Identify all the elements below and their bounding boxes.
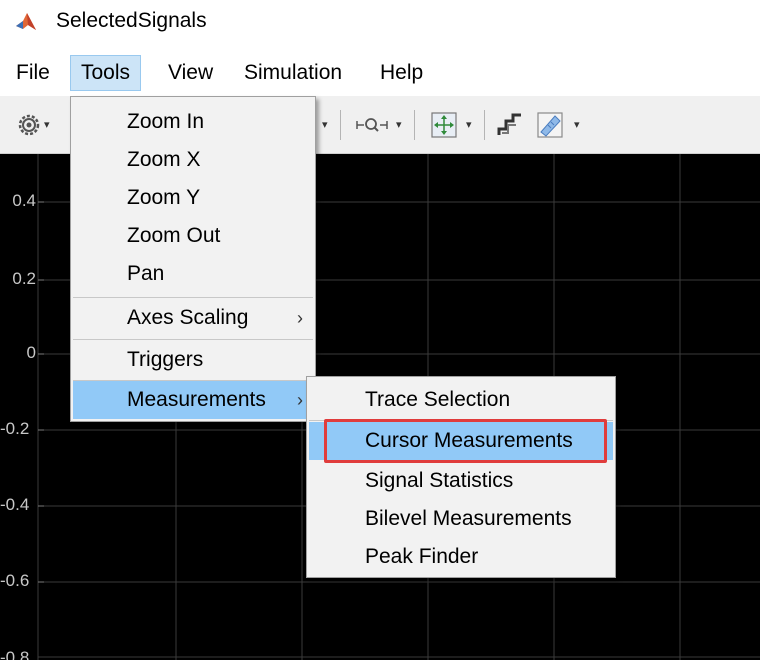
toolbar-separator [340,110,341,140]
menu-bar: File Tools View Simulation Help [0,50,760,96]
toolbar-separator [414,110,415,140]
y-tick-label: -0.4 [0,495,30,514]
menu-item-label: Zoom Y [127,186,201,209]
measurements-submenu: Trace Selection Cursor Measurements Sign… [306,376,616,578]
menu-simulation[interactable]: Simulation [234,55,352,91]
menu-help[interactable]: Help [370,55,433,91]
menu-item-label: Measurements [127,388,266,411]
menu-item-zoom-in[interactable]: Zoom In [71,103,315,141]
menu-item-zoom-out[interactable]: Zoom Out [71,217,315,255]
chevron-right-icon: › [297,390,303,410]
fit-to-view-icon [431,112,457,138]
measurement-dropdown-arrow-icon[interactable]: ▾ [574,118,580,131]
menu-item-label: Zoom X [127,148,201,171]
toolbar-separator [484,110,485,140]
fit-dropdown-arrow-icon[interactable]: ▾ [466,118,472,131]
zoom-tools-button[interactable] [354,113,390,137]
zoom-dropdown-arrow-icon[interactable]: ▾ [396,118,402,131]
menu-item-label: Zoom Out [127,224,221,247]
menu-item-label: Trace Selection [365,388,511,411]
hidden-tool-dropdown-arrow-icon[interactable]: ▾ [322,118,328,131]
menu-item-peak-finder[interactable]: Peak Finder [307,538,615,576]
menu-item-label: Signal Statistics [365,469,514,492]
menu-item-label: Axes Scaling [127,306,249,329]
matlab-logo-icon [16,13,36,30]
menu-item-axes-scaling[interactable]: Axes Scaling › [71,299,315,337]
menu-item-zoom-x[interactable]: Zoom X [71,141,315,179]
menu-item-label: Peak Finder [365,545,479,568]
menu-item-triggers[interactable]: Triggers [71,341,315,379]
measurement-button[interactable] [534,109,566,141]
menu-item-bilevel-measurements[interactable]: Bilevel Measurements [307,500,615,538]
gear-icon [18,114,40,136]
settings-dropdown-arrow-icon[interactable]: ▾ [44,118,50,131]
measurement-ruler-icon [537,112,563,138]
menu-item-label: Zoom In [127,110,205,133]
menu-tools[interactable]: Tools [70,55,142,91]
menu-item-measurements[interactable]: Measurements › [73,381,313,419]
menu-item-label: Pan [127,262,165,285]
y-tick-label: 0 [26,343,36,362]
highlight-annotation-box [324,419,607,463]
menu-item-trace-selection[interactable]: Trace Selection [307,381,615,419]
y-tick-label: -0.6 [0,571,30,590]
y-tick-label: -0.8 [0,648,30,660]
y-tick-label: -0.2 [0,419,30,438]
menu-view[interactable]: View [158,55,223,91]
zoom-dropdown-icon [356,118,388,132]
fit-to-view-button[interactable] [428,109,460,141]
menu-item-signal-statistics[interactable]: Signal Statistics [307,462,615,500]
menu-item-label: Triggers [127,348,204,371]
tools-menu: Zoom In Zoom X Zoom Y Zoom Out Pan Axes … [70,96,316,422]
y-tick-label: 0.4 [12,191,36,210]
menu-item-pan[interactable]: Pan [71,255,315,293]
step-button[interactable] [494,109,526,141]
menu-item-label: Bilevel Measurements [365,507,572,530]
window-title: SelectedSignals [56,9,207,32]
step-icon [497,113,521,135]
menu-item-zoom-y[interactable]: Zoom Y [71,179,315,217]
title-bar: SelectedSignals [0,0,760,50]
chevron-right-icon: › [297,308,303,328]
menu-separator [73,339,313,340]
settings-button[interactable] [16,112,42,138]
menu-separator [73,297,313,298]
y-tick-label: 0.2 [12,269,36,288]
menu-file[interactable]: File [6,55,60,91]
